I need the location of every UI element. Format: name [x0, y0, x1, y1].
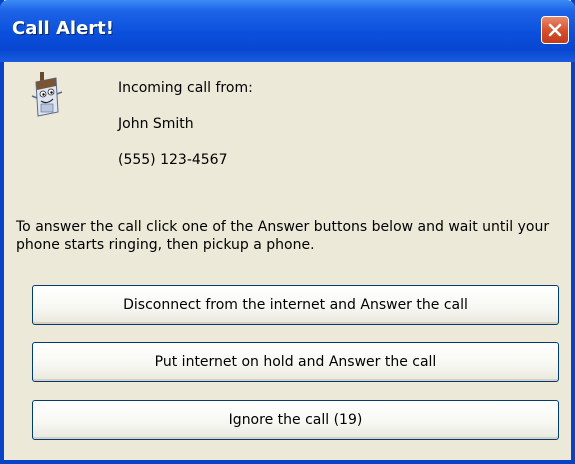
ignore-call-button[interactable]: Ignore the call (19) — [32, 400, 559, 440]
phone-mascot-icon — [31, 72, 63, 117]
close-button[interactable] — [541, 16, 569, 44]
dialog-content: Incoming call from: John Smith (555) 123… — [4, 62, 571, 460]
title-bar[interactable]: Call Alert! — [0, 0, 575, 62]
call-alert-dialog: Call Alert! Incoming call from: John Smi… — [0, 0, 575, 464]
window-title: Call Alert! — [12, 18, 114, 39]
caller-phone: (555) 123-4567 — [118, 152, 228, 168]
incoming-call-label: Incoming call from: — [118, 80, 253, 96]
hold-and-answer-button[interactable]: Put internet on hold and Answer the call — [32, 342, 559, 382]
disconnect-and-answer-button[interactable]: Disconnect from the internet and Answer … — [32, 285, 559, 325]
caller-name: John Smith — [118, 116, 194, 132]
answer-instructions: To answer the call click one of the Answ… — [16, 219, 550, 253]
close-icon — [548, 23, 562, 37]
